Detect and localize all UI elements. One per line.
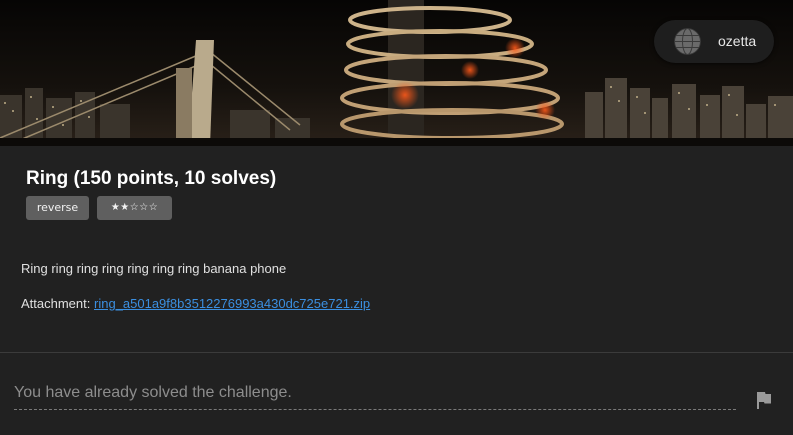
category-tag: reverse: [26, 196, 89, 220]
challenge-description: Ring ring ring ring ring ring ring banan…: [21, 261, 287, 276]
username[interactable]: ozetta: [718, 33, 756, 50]
banner-image: ozetta: [0, 0, 793, 146]
attachment-row: Attachment: ring_a501a9f8b3512276993a430…: [21, 296, 370, 312]
challenge-page: ozetta Ring (150 points, 10 solves) reve…: [0, 0, 793, 435]
solved-message: You have already solved the challenge.: [14, 384, 292, 401]
difficulty-tag: ★★☆☆☆: [97, 196, 172, 220]
flag-icon[interactable]: [754, 390, 774, 410]
challenge-title: Ring (150 points, 10 solves): [26, 168, 277, 189]
user-menu[interactable]: ozetta: [654, 20, 774, 63]
attachment-label: Attachment:: [21, 296, 91, 311]
flag-input[interactable]: You have already solved the challenge.: [14, 377, 736, 410]
divider: [0, 352, 793, 353]
globe-avatar-icon: [674, 28, 701, 55]
attachment-link[interactable]: ring_a501a9f8b3512276993a430dc725e721.zi…: [94, 296, 370, 311]
